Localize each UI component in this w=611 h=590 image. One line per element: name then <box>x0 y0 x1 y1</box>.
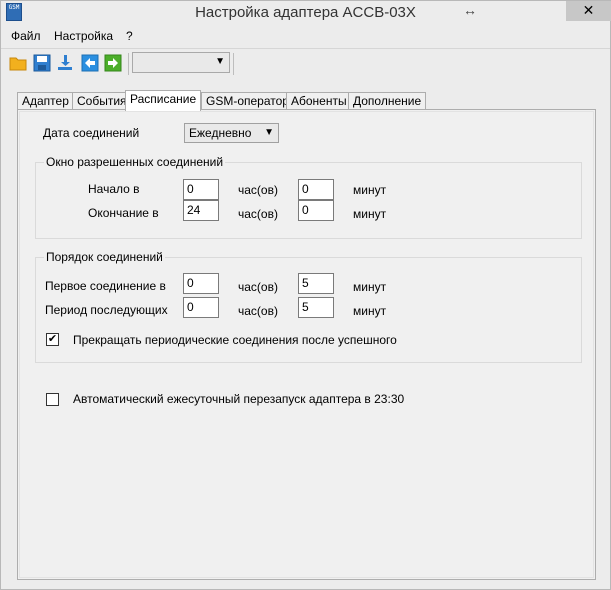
tab-schedule[interactable]: Расписание <box>125 90 202 111</box>
window-title: Настройка адаптера ACCB-03X <box>195 4 416 21</box>
start-label: Начало в <box>88 182 140 196</box>
end-minutes-unit: минут <box>353 207 387 221</box>
check-icon: ✔ <box>47 333 58 345</box>
menu-help[interactable]: ? <box>126 29 133 43</box>
period-hours-input[interactable]: 0 <box>183 297 219 318</box>
first-minutes-input[interactable]: 5 <box>298 273 334 294</box>
chevron-down-icon: ▼ <box>215 56 225 67</box>
end-minutes-input[interactable]: 0 <box>298 200 334 221</box>
app-window: GSM Настройка адаптера ACCB-03X ↔ ✕ Файл… <box>0 0 611 590</box>
end-hours-input[interactable]: 24 <box>183 200 219 221</box>
stop-periodic-checkbox[interactable]: ✔ <box>46 333 59 346</box>
stop-periodic-label: Прекращать периодические соединения посл… <box>73 333 397 347</box>
back-arrow-icon[interactable] <box>81 54 99 72</box>
first-hours-unit: час(ов) <box>238 280 278 294</box>
chevron-down-icon: ▼ <box>264 127 274 138</box>
allowed-window-title: Окно разрешенных соединений <box>44 155 226 169</box>
save-icon[interactable] <box>33 54 51 72</box>
connection-date-select[interactable]: Ежедневно ▼ <box>184 123 279 143</box>
start-hours-input[interactable]: 0 <box>183 179 219 200</box>
tab-extra[interactable]: Дополнение <box>348 92 427 109</box>
toolbar-separator <box>128 53 129 75</box>
toolbar-combo[interactable]: ▼ <box>132 52 230 73</box>
period-hours-unit: час(ов) <box>238 304 278 318</box>
connection-order-title: Порядок соединений <box>44 250 165 264</box>
first-minutes-unit: минут <box>353 280 387 294</box>
auto-restart-label: Автоматический ежесуточный перезапуск ад… <box>73 392 405 406</box>
tab-events[interactable]: События <box>72 92 132 109</box>
first-hours-input[interactable]: 0 <box>183 273 219 294</box>
forward-arrow-icon[interactable] <box>104 54 122 72</box>
resize-icon[interactable]: ↔ <box>463 2 477 18</box>
period-minutes-unit: минут <box>353 304 387 318</box>
period-label: Период последующих <box>45 303 168 317</box>
tab-adapter[interactable]: Адаптер <box>17 92 74 109</box>
menu-settings[interactable]: Настройка <box>54 29 113 43</box>
start-minutes-input[interactable]: 0 <box>298 179 334 200</box>
toolbar-separator <box>233 53 234 75</box>
period-minutes-input[interactable]: 5 <box>298 297 334 318</box>
first-connection-label: Первое соединение в <box>45 279 166 293</box>
menu-bar: Файл Настройка ? <box>1 26 610 46</box>
end-label: Окончание в <box>88 206 159 220</box>
start-hours-unit: час(ов) <box>238 183 278 197</box>
toolbar: ▼ <box>1 48 610 79</box>
tab-gsm-operator[interactable]: GSM-оператор <box>201 92 294 109</box>
connection-date-label: Дата соединений <box>43 126 140 140</box>
auto-restart-checkbox[interactable] <box>46 393 59 406</box>
end-hours-unit: час(ов) <box>238 207 278 221</box>
connection-date-value: Ежедневно <box>189 126 252 140</box>
open-folder-icon[interactable] <box>9 54 27 72</box>
menu-file[interactable]: Файл <box>11 29 41 43</box>
start-minutes-unit: минут <box>353 183 387 197</box>
download-icon[interactable] <box>56 54 74 72</box>
tab-subscribers[interactable]: Абоненты <box>286 92 352 109</box>
close-button[interactable]: ✕ <box>566 1 611 21</box>
title-bar: GSM Настройка адаптера ACCB-03X ↔ ✕ <box>1 1 611 25</box>
